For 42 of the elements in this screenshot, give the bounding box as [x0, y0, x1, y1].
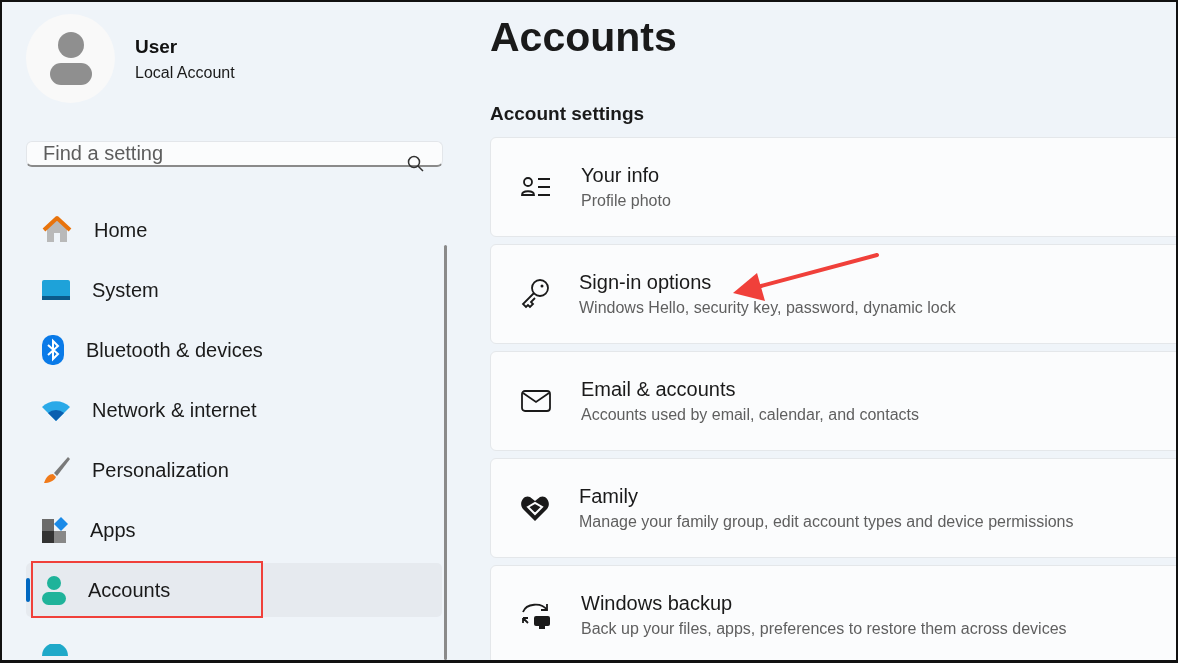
- page-title: Accounts: [490, 14, 678, 61]
- person-icon: [41, 575, 67, 605]
- card-title: Email & accounts: [581, 378, 737, 401]
- search-icon: [407, 155, 425, 173]
- apps-icon: [41, 516, 69, 544]
- nav-item[interactable]: Personalization: [26, 443, 442, 497]
- card-title: Your info: [581, 164, 661, 187]
- nav-item[interactable]: Home: [26, 203, 442, 257]
- nav-item[interactable]: Network & internet: [26, 383, 442, 437]
- card-description: Windows Hello, security key, password, dynamic lock: [579, 299, 956, 317]
- nav-item[interactable]: Accounts: [26, 563, 442, 617]
- settings-card[interactable]: Email & accounts Accounts used by email, calendar, and contacts: [490, 351, 1176, 451]
- paintbrush-icon: [41, 455, 71, 485]
- wifi-icon: [41, 398, 71, 422]
- heart-icon: [520, 494, 550, 522]
- selection-indicator: [26, 578, 30, 602]
- contact-list-icon: [520, 175, 552, 199]
- card-description: Profile photo: [581, 192, 671, 210]
- person-silhouette-icon: [48, 31, 93, 86]
- nav-item[interactable]: System: [26, 263, 442, 317]
- card-title: Sign-in options: [579, 271, 713, 294]
- card-description: Manage your family group, edit account types and device permissions: [579, 513, 1074, 531]
- key-icon: [520, 278, 550, 310]
- account-type: Local Account: [135, 63, 235, 82]
- nav-item[interactable]: Apps: [26, 503, 442, 557]
- card-title: Family: [579, 485, 639, 508]
- monitor-icon: [41, 278, 71, 302]
- nav-item[interactable]: Bluetooth & devices: [26, 323, 442, 377]
- settings-card[interactable]: Windows backup Back up your files, apps, preferences to restore them across devices: [490, 565, 1176, 660]
- mail-icon: [520, 389, 552, 413]
- settings-card[interactable]: Your info Profile photo: [490, 137, 1176, 237]
- user-name: User: [135, 35, 179, 58]
- scrollbar[interactable]: [444, 245, 447, 660]
- card-title: Windows backup: [581, 592, 734, 615]
- globe-icon: [41, 644, 69, 656]
- section-heading: Account settings: [490, 103, 646, 125]
- bluetooth-icon: [41, 334, 65, 366]
- card-description: Back up your files, apps, preferences to restore them across devices: [581, 620, 1067, 638]
- search-field[interactable]: Find a setting: [26, 141, 443, 167]
- settings-card[interactable]: Family Manage your family group, edit account types and device permissions: [490, 458, 1176, 558]
- settings-card[interactable]: Sign-in options Windows Hello, security key, password, dynamic lock: [490, 244, 1176, 344]
- card-description: Accounts used by email, calendar, and contacts: [581, 406, 919, 424]
